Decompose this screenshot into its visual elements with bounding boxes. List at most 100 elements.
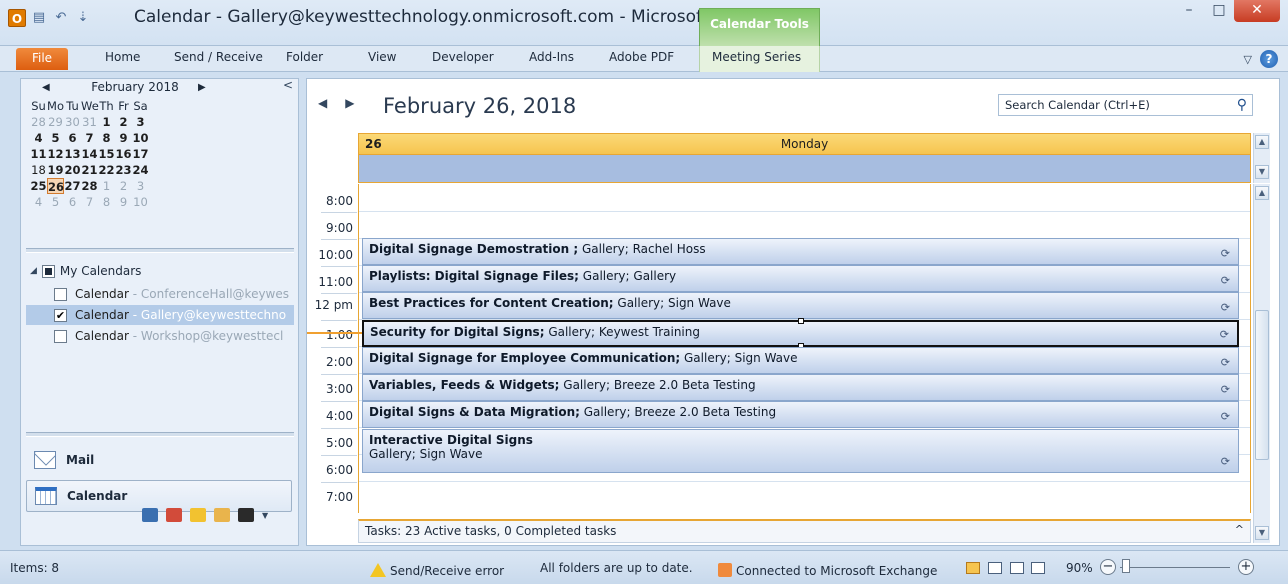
tab-view[interactable]: View [368,50,396,64]
date-cell[interactable]: 17 [132,146,149,162]
collapse-nav-icon[interactable]: < [283,78,293,92]
date-cell[interactable]: 4 [30,130,47,146]
zoom-out-button[interactable]: − [1100,559,1116,575]
date-cell[interactable]: 27 [64,178,81,194]
date-cell[interactable]: 13 [64,146,81,162]
date-cell[interactable]: 25 [30,178,47,194]
zoom-slider-knob[interactable] [1122,559,1130,573]
date-cell[interactable]: 15 [98,146,115,162]
time-grid-scrollbar[interactable]: ▲ ▼ [1253,184,1270,543]
expand-tasks-icon[interactable]: ^ [1235,523,1244,536]
appointment[interactable]: Digital Signage for Employee Communicati… [362,347,1239,374]
all-day-area[interactable] [358,155,1251,183]
folder-list-icon[interactable] [214,508,230,522]
notes-icon[interactable] [190,508,206,522]
date-cell[interactable]: 12 [47,146,64,162]
maximize-button[interactable]: □ [1204,0,1234,22]
date-cell[interactable]: 7 [81,130,98,146]
appointment[interactable]: Digital Signs & Data Migration; Gallery;… [362,401,1239,428]
date-cell[interactable]: 11 [30,146,47,162]
zoom-in-button[interactable]: + [1238,559,1254,575]
date-cell[interactable]: 2 [115,114,132,130]
date-cell[interactable]: 31 [81,114,98,130]
calendar-item-conferencehall[interactable]: Calendar - ConferenceHall@keywes [26,284,294,304]
day-view-icon[interactable] [966,562,980,574]
scroll-down-icon[interactable]: ▼ [1255,165,1269,179]
date-cell[interactable]: 28 [81,178,98,194]
appointment-selected[interactable]: Security for Digital Signs; Gallery; Key… [362,318,1239,349]
date-cell[interactable]: 1 [98,178,115,194]
tab-add-ins[interactable]: Add-Ins [529,50,574,64]
previous-day-icon[interactable]: ◀ [318,96,327,110]
date-cell[interactable]: 21 [81,162,98,178]
date-cell[interactable]: 18 [30,162,47,178]
date-cell[interactable]: 22 [98,162,115,178]
send-receive-status[interactable]: Send/Receive error [370,561,504,578]
date-cell[interactable]: 14 [81,146,98,162]
date-cell[interactable]: 8 [98,130,115,146]
date-cell[interactable]: 3 [132,114,149,130]
all-day-scrollbar[interactable]: ▲ ▼ [1253,133,1270,183]
date-cell[interactable]: 20 [64,162,81,178]
date-cell[interactable]: 5 [47,130,64,146]
date-cell[interactable]: 9 [115,130,132,146]
customize-toolbar-icon[interactable]: ⇣ [74,9,92,27]
close-button[interactable]: ✕ [1234,0,1280,22]
nav-splitter[interactable] [26,248,294,253]
next-day-icon[interactable]: ▶ [345,96,354,110]
shortcuts-icon[interactable] [238,508,254,522]
appointment[interactable]: Best Practices for Content Creation; Gal… [362,292,1239,319]
scroll-up-icon[interactable]: ▲ [1255,186,1269,200]
expand-triangle-icon[interactable]: ◢ [30,266,37,276]
appointment[interactable]: Variables, Feeds & Widgets; Gallery; Bre… [362,374,1239,401]
group-checkbox[interactable] [41,264,55,278]
calendar-checkbox[interactable]: ✔ [54,308,67,322]
day-header[interactable]: 26 Monday [358,133,1251,155]
month-view-icon[interactable] [1031,562,1046,574]
tab-home[interactable]: Home [105,50,140,64]
scroll-down-icon[interactable]: ▼ [1255,526,1269,540]
minimize-button[interactable]: – [1174,0,1204,22]
contacts-icon[interactable] [142,508,158,522]
send-receive-all-icon[interactable]: ▤ [30,9,48,27]
date-cell[interactable]: 1 [98,114,115,130]
date-cell[interactable]: 6 [64,130,81,146]
date-cell[interactable]: 28 [30,114,47,130]
tab-file[interactable]: File [16,48,68,70]
date-cell[interactable]: 6 [64,194,81,210]
calendar-item-workshop[interactable]: Calendar - Workshop@keywesttecl [26,326,294,346]
tab-send-receive[interactable]: Send / Receive [174,50,263,64]
scroll-up-icon[interactable]: ▲ [1255,135,1269,149]
date-cell[interactable]: 9 [115,194,132,210]
resize-handle-top[interactable] [797,318,804,324]
week-view-icon[interactable] [1009,562,1024,574]
date-cell[interactable]: 10 [132,194,149,210]
mail-nav-button[interactable]: Mail [26,444,292,476]
date-cell[interactable]: 16 [115,146,132,162]
date-cell[interactable]: 24 [132,162,149,178]
date-cell[interactable]: 4 [30,194,47,210]
appointment[interactable]: Interactive Digital Signs Gallery; Sign … [362,429,1239,473]
date-cell[interactable]: 19 [47,162,64,178]
date-cell[interactable]: 30 [64,114,81,130]
prev-month-icon[interactable]: ◀ [42,82,50,93]
tasks-icon[interactable] [166,508,182,522]
configure-buttons-icon[interactable]: ▼ [262,511,268,520]
daily-task-list-bar[interactable]: Tasks: 23 Active tasks, 0 Completed task… [358,519,1251,543]
minimize-ribbon-icon[interactable]: ▽ [1244,53,1252,66]
date-cell[interactable]: 5 [47,194,64,210]
tab-folder[interactable]: Folder [286,50,323,64]
date-cell[interactable]: 3 [132,178,149,194]
calendar-checkbox[interactable] [54,329,67,343]
tab-developer[interactable]: Developer [432,50,494,64]
tab-adobe-pdf[interactable]: Adobe PDF [609,50,674,64]
my-calendars-group[interactable]: ◢ My Calendars [30,264,141,278]
nav-buttons-splitter[interactable] [26,432,294,437]
appointment[interactable]: Playlists: Digital Signage Files; Galler… [362,265,1239,292]
work-week-view-icon[interactable] [987,562,1002,574]
next-month-icon[interactable]: ▶ [198,82,206,93]
help-icon[interactable]: ? [1260,50,1278,68]
date-cell[interactable]: 2 [115,178,132,194]
scroll-thumb[interactable] [1255,310,1269,460]
outlook-logo-icon[interactable]: O [8,9,26,27]
